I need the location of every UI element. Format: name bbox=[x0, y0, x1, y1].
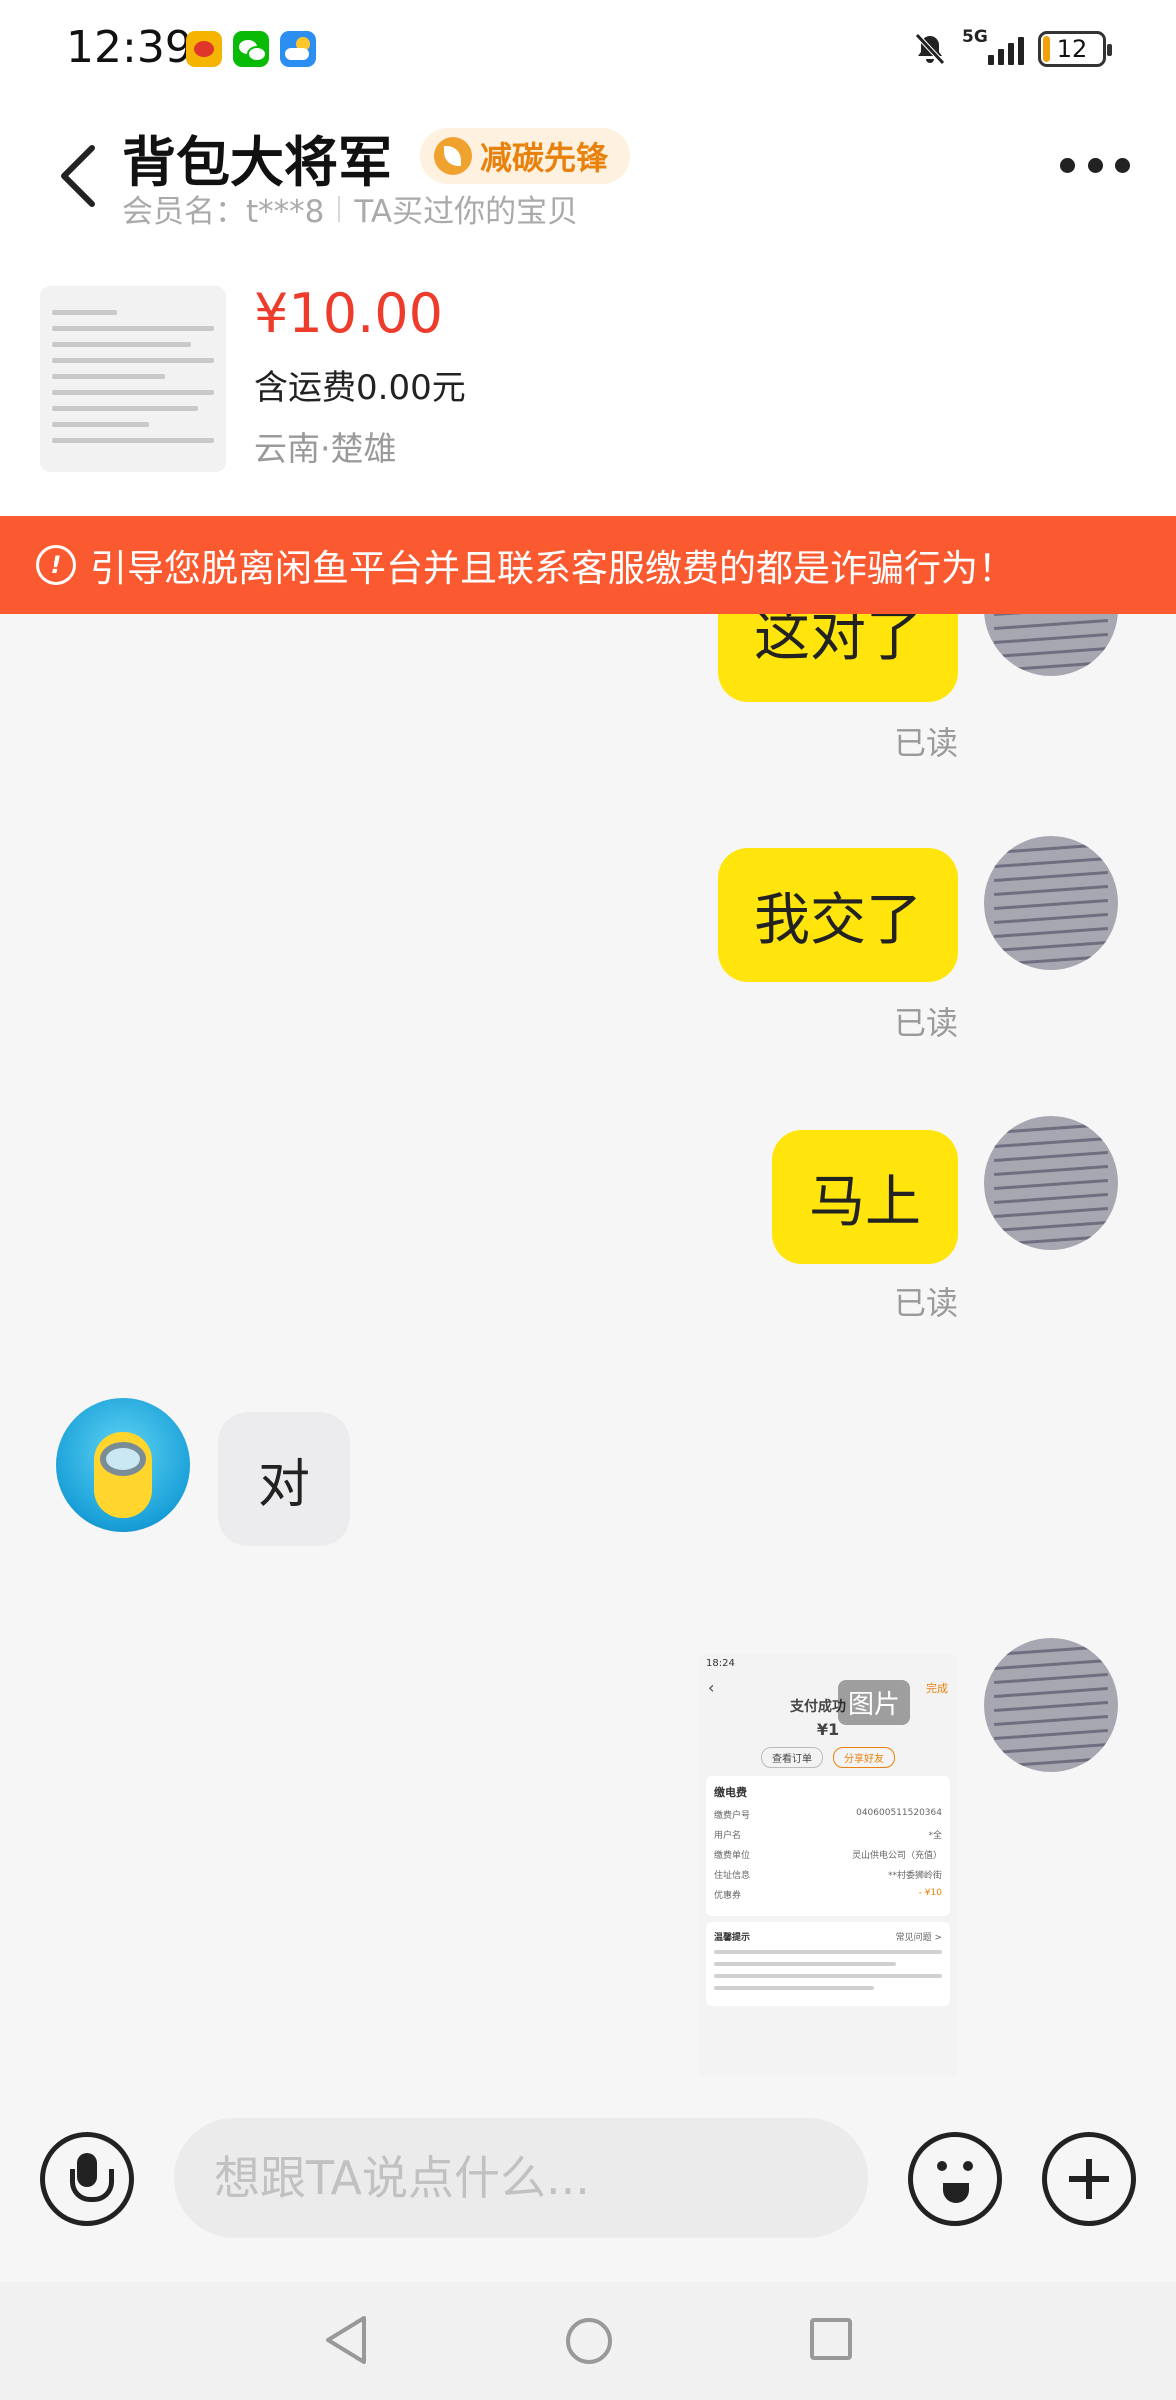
product-thumbnail[interactable] bbox=[40, 286, 226, 472]
signal-icon: 5G bbox=[962, 27, 1024, 65]
status-bar: 12:39 5G 12 bbox=[0, 0, 1176, 100]
message-bubble[interactable]: 这对了 bbox=[718, 614, 958, 702]
image-back-icon: ‹ bbox=[708, 1678, 715, 1697]
image-row-label: 住址信息 bbox=[714, 1871, 751, 1881]
image-status-time: 18:24 bbox=[706, 1658, 735, 1669]
image-row-label: 用户名 bbox=[714, 1831, 742, 1841]
shipping-fee: 含运费0.00元 bbox=[254, 368, 466, 408]
image-tips-link: 常见问题 > bbox=[895, 1933, 942, 1943]
leaf-icon bbox=[434, 137, 472, 175]
nav-recent-apps-icon[interactable] bbox=[810, 2318, 852, 2360]
image-row-value: 灵山供电公司（充值） bbox=[851, 1851, 942, 1861]
fraud-warning-banner: 引导您脱离闲鱼平台并且联系客服缴费的都是诈骗行为！ bbox=[0, 516, 1176, 614]
status-time: 12:39 bbox=[66, 22, 193, 73]
message-bubble[interactable]: 马上 bbox=[772, 1130, 958, 1264]
read-status: 已读 bbox=[893, 724, 958, 762]
divider bbox=[338, 195, 341, 222]
image-button: 查看订单 bbox=[761, 1747, 823, 1768]
chat-messages[interactable]: 这对了 已读 我交了 已读 马上 已读 对 18:24 ‹ 支付成功 完成 图片… bbox=[0, 614, 1176, 2076]
member-info: 会员名：t***8 TA买过你的宝贝 bbox=[122, 186, 578, 231]
wechat-icon bbox=[233, 31, 269, 67]
more-options-icon[interactable] bbox=[1060, 158, 1130, 180]
message-input[interactable] bbox=[174, 2118, 868, 2238]
chat-header: 背包大将军 减碳先锋 会员名：t***8 TA买过你的宝贝 bbox=[0, 100, 1176, 230]
member-note: TA买过你的宝贝 bbox=[354, 194, 579, 230]
image-row-label: 优惠券 bbox=[714, 1891, 742, 1901]
product-location: 云南·楚雄 bbox=[254, 429, 397, 468]
image-tag: 图片 bbox=[838, 1680, 911, 1725]
back-arrow-icon[interactable] bbox=[56, 140, 100, 212]
my-avatar[interactable] bbox=[984, 614, 1118, 676]
nav-home-icon[interactable] bbox=[566, 2318, 612, 2364]
carbon-badge-label: 减碳先锋 bbox=[480, 139, 609, 177]
seller-avatar[interactable] bbox=[56, 1398, 190, 1532]
image-row-label: 缴费户号 bbox=[714, 1811, 751, 1821]
network-type: 5G bbox=[962, 27, 988, 47]
my-avatar[interactable] bbox=[984, 1116, 1118, 1250]
image-row-label: 缴费单位 bbox=[714, 1851, 751, 1861]
read-status: 已读 bbox=[893, 1004, 958, 1042]
more-actions-button[interactable] bbox=[1042, 2132, 1136, 2226]
image-row-value: - ¥10 bbox=[918, 1888, 942, 1898]
warning-icon bbox=[36, 545, 76, 585]
message-bubble[interactable]: 对 bbox=[218, 1412, 350, 1546]
read-status: 已读 bbox=[893, 1284, 958, 1322]
image-tips-title: 温馨提示 bbox=[714, 1933, 751, 1943]
weibo-icon bbox=[186, 31, 222, 67]
message-bubble[interactable]: 我交了 bbox=[718, 848, 958, 982]
member-name: 会员名：t***8 bbox=[122, 194, 325, 230]
image-amount: ¥1 bbox=[816, 1720, 840, 1739]
message-input-bar bbox=[0, 2076, 1176, 2282]
image-row-value: 040600511520364 bbox=[856, 1808, 942, 1818]
status-indicators: 5G 12 bbox=[912, 26, 1112, 72]
image-section-title: 缴电费 bbox=[714, 1786, 747, 1799]
my-avatar[interactable] bbox=[984, 836, 1118, 970]
battery-level: 12 bbox=[1056, 35, 1088, 63]
image-row-value: *全 bbox=[928, 1831, 942, 1841]
image-row-value: **村委狮岭街 bbox=[887, 1871, 942, 1881]
fraud-warning-text: 引导您脱离闲鱼平台并且联系客服缴费的都是诈骗行为！ bbox=[90, 547, 1015, 590]
image-message[interactable]: 18:24 ‹ 支付成功 完成 图片 ¥1 查看订单 分享好友 缴电费 缴费户号… bbox=[698, 1654, 958, 2076]
weather-icon bbox=[280, 31, 316, 67]
image-done: 完成 bbox=[926, 1682, 948, 1695]
system-navigation-bar bbox=[0, 2282, 1176, 2400]
battery-icon: 12 bbox=[1038, 31, 1112, 67]
emoji-button[interactable] bbox=[908, 2132, 1002, 2226]
product-card[interactable]: ¥10.00 含运费0.00元 云南·楚雄 bbox=[0, 230, 1176, 516]
voice-input-button[interactable] bbox=[40, 2132, 134, 2226]
nav-back-icon[interactable] bbox=[320, 2312, 374, 2368]
product-price: ¥10.00 bbox=[254, 282, 443, 345]
my-avatar[interactable] bbox=[984, 1638, 1118, 1772]
mute-icon bbox=[915, 33, 945, 65]
image-button: 分享好友 bbox=[833, 1747, 895, 1768]
carbon-badge[interactable]: 减碳先锋 bbox=[420, 128, 631, 184]
